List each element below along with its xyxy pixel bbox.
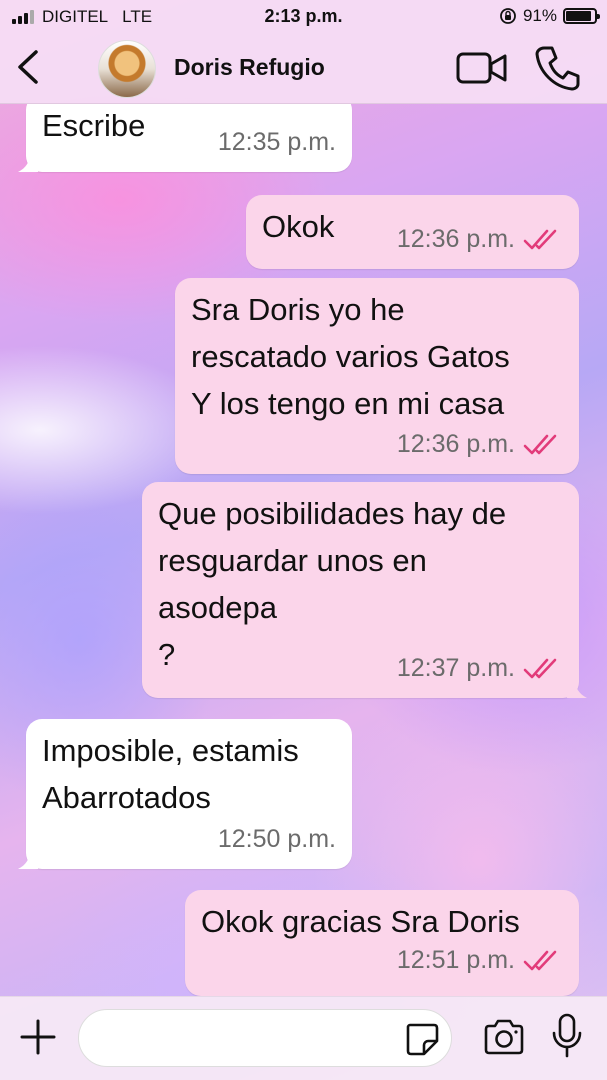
bubble-tail bbox=[18, 849, 38, 869]
message-bubble-outgoing[interactable]: Okok 12:36 p.m. bbox=[246, 195, 579, 269]
message-meta: 12:50 p.m. bbox=[218, 816, 336, 863]
message-time: 12:35 p.m. bbox=[217, 128, 336, 156]
contact-name[interactable]: Doris Refugio bbox=[174, 54, 325, 81]
bubble-tail bbox=[567, 678, 587, 698]
video-camera-icon[interactable] bbox=[456, 48, 508, 88]
message-bubble-outgoing[interactable]: Sra Doris yo he rescatado varios Gatos Y… bbox=[175, 278, 579, 474]
message-bubble-outgoing[interactable]: Que posibilidades hay de resguardar unos… bbox=[142, 482, 587, 698]
message-time: 12:37 p.m. bbox=[396, 654, 515, 682]
message-meta: 12:37 p.m. bbox=[397, 645, 563, 692]
message-meta: 12:51 p.m. bbox=[397, 937, 563, 984]
orientation-lock-icon bbox=[500, 8, 516, 24]
status-bar: DIGITEL LTE 2:13 p.m. 91% bbox=[0, 0, 607, 34]
message-text: Imposible, estamis Abarrotados bbox=[42, 733, 299, 815]
message-time: 12:50 p.m. bbox=[217, 825, 336, 853]
read-receipt-icon bbox=[523, 950, 557, 970]
read-receipt-icon bbox=[523, 434, 557, 454]
message-time: 12:36 p.m. bbox=[396, 430, 515, 458]
status-right: 91% bbox=[499, 6, 600, 26]
message-bubble-incoming[interactable]: Escribe 12:35 p.m. bbox=[18, 104, 352, 172]
phone-icon[interactable] bbox=[532, 43, 582, 93]
message-meta: 12:36 p.m. bbox=[397, 421, 563, 468]
message-meta: 12:36 p.m. bbox=[397, 216, 563, 263]
message-text: Sra Doris yo he rescatado varios Gatos Y… bbox=[191, 292, 510, 421]
message-list[interactable]: Escribe 12:35 p.m. Okok 12:36 p.m. Sra D… bbox=[0, 104, 607, 996]
message-time: 12:36 p.m. bbox=[396, 225, 515, 253]
battery-percent: 91% bbox=[522, 6, 557, 25]
microphone-icon[interactable] bbox=[550, 1013, 584, 1059]
message-time: 12:51 p.m. bbox=[396, 946, 515, 974]
read-receipt-icon bbox=[523, 229, 557, 249]
chat-header: Doris Refugio bbox=[0, 34, 607, 104]
battery-icon bbox=[563, 8, 600, 24]
message-meta: 12:35 p.m. bbox=[218, 119, 336, 166]
message-bubble-incoming[interactable]: Imposible, estamis Abarrotados 12:50 p.m… bbox=[18, 719, 352, 869]
plus-icon[interactable] bbox=[18, 1017, 58, 1057]
sticker-icon[interactable] bbox=[404, 1021, 440, 1057]
message-bubble-outgoing[interactable]: Okok gracias Sra Doris 12:51 p.m. bbox=[185, 890, 579, 996]
bubble-tail bbox=[18, 152, 38, 172]
avatar[interactable] bbox=[98, 40, 156, 98]
input-bar bbox=[0, 996, 607, 1080]
read-receipt-icon bbox=[523, 658, 557, 678]
camera-icon[interactable] bbox=[482, 1017, 526, 1057]
message-input[interactable] bbox=[78, 1009, 452, 1067]
back-chevron-icon[interactable] bbox=[10, 44, 50, 90]
